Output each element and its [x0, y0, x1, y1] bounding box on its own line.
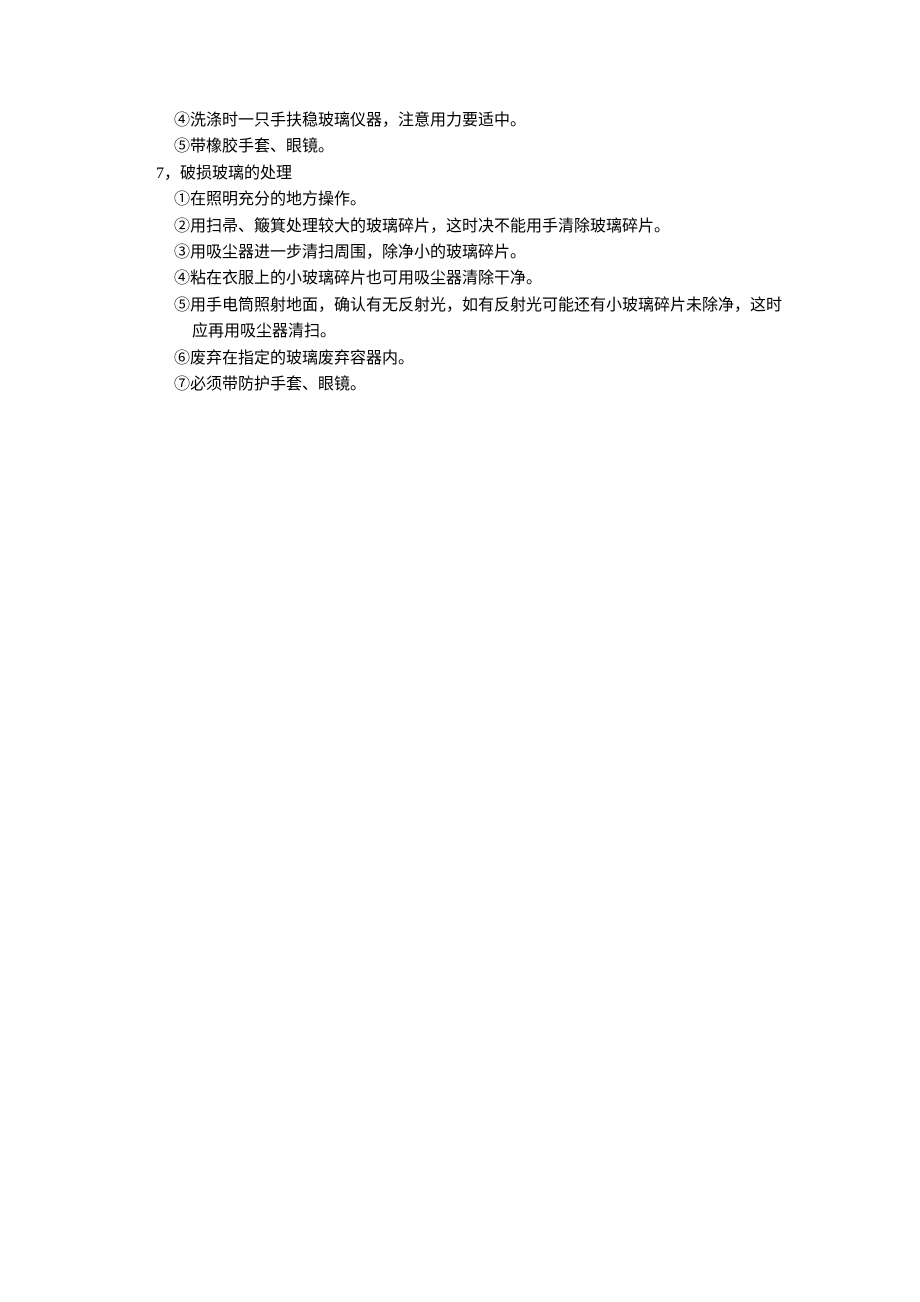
list-item: ③用吸尘器进一步清扫周围，除净小的玻璃碎片。	[156, 240, 800, 266]
list-item: ④粘在衣服上的小玻璃碎片也可用吸尘器清除干净。	[156, 266, 800, 292]
section-heading: 7，破损玻璃的处理	[156, 161, 800, 187]
list-item: ⑤用手电筒照射地面，确认有无反射光，如有反射光可能还有小玻璃碎片未除净，这时	[156, 293, 800, 319]
list-item: ⑥废弃在指定的玻璃废弃容器内。	[156, 346, 800, 372]
list-item: ②用扫帚、簸箕处理较大的玻璃碎片，这时决不能用手清除玻璃碎片。	[156, 214, 800, 240]
list-item: ⑤带橡胶手套、眼镜。	[156, 134, 800, 160]
list-item: ⑦必须带防护手套、眼镜。	[156, 372, 800, 398]
list-item-continuation: 应再用吸尘器清扫。	[156, 319, 800, 345]
document-content: ④洗涤时一只手扶稳玻璃仪器，注意用力要适中。 ⑤带橡胶手套、眼镜。 7，破损玻璃…	[156, 108, 800, 398]
list-item: ④洗涤时一只手扶稳玻璃仪器，注意用力要适中。	[156, 108, 800, 134]
list-item: ①在照明充分的地方操作。	[156, 187, 800, 213]
